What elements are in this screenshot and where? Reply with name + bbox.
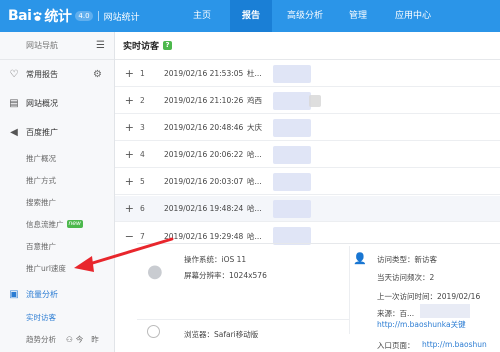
nav-manage[interactable]: 管理 [338, 0, 378, 32]
entry-page-link[interactable]: http://m.baoshun [422, 340, 487, 349]
sidebar-header: 网站导航 ☰ [0, 32, 114, 60]
sidebar-title: 网站导航 [26, 41, 58, 50]
document-icon: ▤ [9, 98, 19, 109]
user-icon: 👤 [353, 252, 367, 265]
sidebar-item-label: 趋势分析 [26, 334, 56, 344]
page-title-bar: 实时访客 ? [115, 32, 500, 60]
table-row[interactable]: + 4 2019/02/16 20:06:22 哈... [115, 142, 500, 168]
nav-home[interactable]: 主页 [180, 0, 224, 32]
entry-page-label: 入口页面： [377, 341, 415, 350]
product-name: 网站统计 [103, 12, 140, 23]
heart-icon: ♡ [9, 69, 19, 80]
sidebar-item-promo-overview[interactable]: 推广概况 [0, 147, 114, 169]
menu-collapse-icon[interactable]: ☰ [96, 40, 105, 51]
page-title: 实时访客 [123, 42, 160, 52]
visit-time: 2019/02/16 19:29:48 [164, 231, 244, 241]
visit-type: 访问类型：新访客 [377, 255, 437, 264]
visit-time: 2019/02/16 21:53:05 [164, 69, 244, 78]
nav-advanced-analysis[interactable]: 高级分析 [274, 0, 336, 32]
expand-icon[interactable]: + [115, 202, 140, 215]
top-bar: Bai 统计 4.0 网站统计 主页 报告 高级分析 管理 应用中心 [0, 0, 500, 32]
megaphone-icon: ◀ [10, 127, 18, 138]
table-row[interactable]: + 6 2019/02/16 19:48:24 哈... [115, 196, 500, 222]
redacted-block [273, 91, 311, 110]
apple-icon: ● [147, 261, 163, 282]
table-row[interactable]: + 1 2019/02/16 21:53:05 杜... [115, 61, 500, 87]
visit-time: 2019/02/16 20:03:07 [164, 177, 244, 186]
paw-icon [32, 11, 43, 22]
sidebar: 网站导航 ☰ ♡ 常用报告 ⚙ ▤ 网站概况 ◀ 百度推广 推广概况 推广方式 … [0, 32, 115, 352]
last-visit-time: 上一次访问时间：2019/02/16 [377, 292, 481, 301]
new-badge: new [66, 220, 83, 228]
sidebar-group-traffic-analysis[interactable]: ▣ 流量分析 [0, 282, 114, 306]
main-nav: 主页 报告 高级分析 管理 应用中心 [180, 0, 444, 32]
sidebar-item-label: 信息流推广 [26, 219, 64, 229]
chart-icon: ▣ [9, 288, 19, 300]
row-index: 6 [140, 204, 145, 213]
brand[interactable]: Bai 统计 4.0 网站统计 [0, 0, 180, 32]
compass-icon [147, 325, 160, 338]
sidebar-group-common-reports[interactable]: ♡ 常用报告 ⚙ [0, 60, 114, 89]
table-row[interactable]: + 3 2019/02/16 20:48:46 大庆 [115, 115, 500, 141]
table-row[interactable]: + 5 2019/02/16 20:03:07 哈... [115, 169, 500, 195]
browser-info: 浏览器：Safari移动版 [184, 330, 259, 339]
redacted-block [273, 64, 311, 83]
divider [349, 246, 350, 334]
sidebar-item-promo-url-speed[interactable]: 推广url速度 [0, 257, 114, 279]
yesterday-link[interactable]: 昨 [91, 334, 99, 345]
expand-icon[interactable]: + [115, 121, 140, 134]
sidebar-item-search-promo[interactable]: 搜索推广 [0, 191, 114, 213]
nav-app-center[interactable]: 应用中心 [382, 0, 444, 32]
row-index: 4 [140, 150, 145, 159]
sidebar-item-baiyi-promo[interactable]: 百意推广 [0, 235, 114, 257]
sidebar-item-realtime-visitors[interactable]: 实时访客 [0, 306, 114, 328]
visit-time: 2019/02/16 20:48:46 [164, 123, 244, 132]
sidebar-group-label: 百度推广 [26, 128, 58, 137]
redacted-block [309, 94, 321, 107]
version-badge: 4.0 [75, 11, 93, 21]
today-icon[interactable]: ⚇ [66, 335, 73, 344]
redacted-block [273, 118, 311, 137]
visit-time: 2019/02/16 20:06:22 [164, 150, 244, 159]
expand-icon[interactable]: + [115, 67, 140, 80]
collapse-icon[interactable]: − [115, 230, 140, 243]
row-index: 3 [140, 123, 145, 132]
screen-resolution: 屏幕分辨率：1024x576 [184, 271, 267, 280]
sidebar-group-baidu-promotion[interactable]: ◀ 百度推广 [0, 118, 114, 147]
sidebar-group-label: 流量分析 [26, 289, 58, 299]
redacted-block [273, 145, 311, 164]
help-icon[interactable]: ? [163, 41, 173, 50]
today-link[interactable]: 今 [76, 334, 84, 345]
expand-icon[interactable]: + [115, 94, 140, 107]
visit-time: 2019/02/16 21:10:26 [164, 96, 244, 105]
sidebar-group-label: 网站概况 [26, 99, 58, 108]
divider [97, 11, 99, 21]
visit-time: 2019/02/16 19:48:24 [164, 204, 244, 213]
expand-icon[interactable]: + [115, 148, 140, 161]
sidebar-item-feed-promo[interactable]: 信息流推广 new [0, 213, 114, 235]
row-index: 1 [140, 69, 145, 78]
nav-reports[interactable]: 报告 [230, 0, 272, 32]
expand-icon[interactable]: + [115, 175, 140, 188]
table-row[interactable]: + 2 2019/02/16 21:10:26 鸡西 [115, 88, 500, 114]
visit-frequency: 当天访问频次：2 [377, 273, 435, 282]
visitor-detail-panel: ● 操作系统：iOS 11 屏幕分辨率：1024x576 浏览器：Safari移… [137, 243, 500, 350]
sidebar-group-label: 常用报告 [26, 70, 58, 79]
sidebar-group-site-overview[interactable]: ▤ 网站概况 [0, 89, 114, 118]
source-link[interactable]: http://m.baoshunka关键 [377, 319, 466, 330]
redacted-block [420, 304, 470, 318]
gear-icon[interactable]: ⚙ [93, 69, 102, 80]
redacted-block [273, 172, 311, 191]
divider [137, 319, 349, 320]
source-label: 来源：百... [377, 309, 415, 318]
row-index: 7 [140, 231, 145, 241]
redacted-block [273, 199, 311, 218]
row-index: 2 [140, 96, 145, 105]
row-index: 5 [140, 177, 145, 186]
baidu-tongji-logo[interactable]: Bai 统计 [8, 6, 72, 26]
os-info: 操作系统：iOS 11 [184, 255, 247, 264]
sidebar-item-promo-method[interactable]: 推广方式 [0, 169, 114, 191]
sidebar-item-trend-analysis[interactable]: 趋势分析 ⚇ 今 昨 [0, 328, 114, 350]
